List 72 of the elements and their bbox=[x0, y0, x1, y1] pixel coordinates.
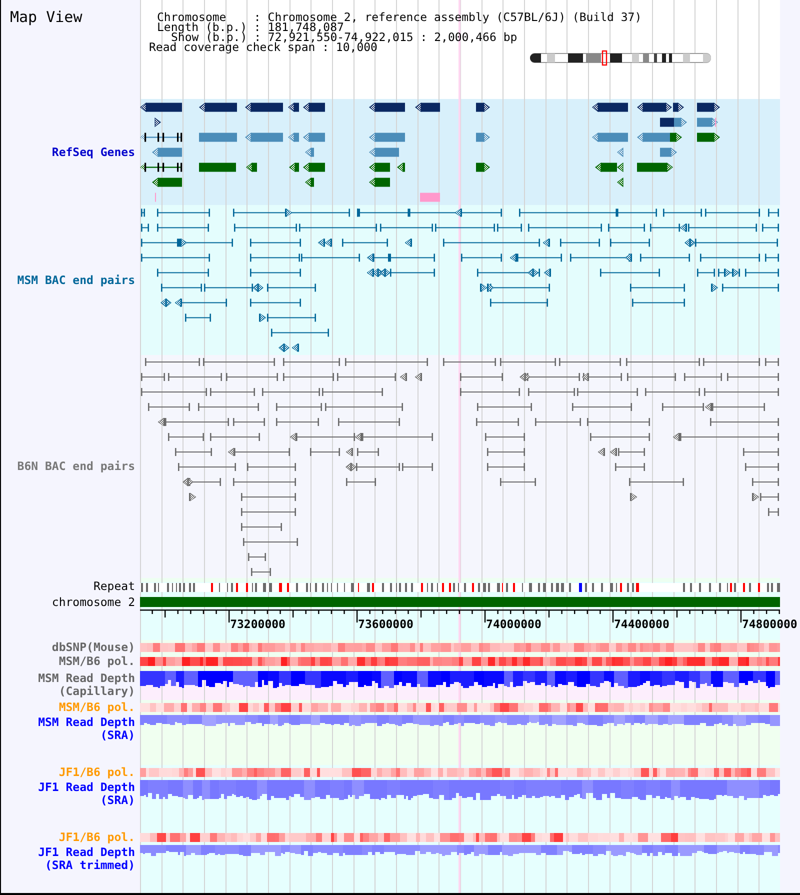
gene-feature bbox=[697, 102, 720, 112]
axis-tick-label: 73600000 bbox=[358, 617, 414, 631]
gene-feature bbox=[660, 118, 674, 127]
track-label: Repeat bbox=[93, 580, 135, 593]
info-line: Show (b.p.) : 72,921,550-74,922,015 : 2,000,466 bp bbox=[171, 32, 518, 42]
gene-feature bbox=[476, 132, 490, 142]
track-label: JF1 Read Depth (SRA trimmed) bbox=[37, 846, 135, 872]
axis-tick-label: 74800000 bbox=[742, 617, 798, 631]
gene-feature bbox=[697, 132, 720, 142]
gene-feature bbox=[369, 132, 405, 142]
gene-feature bbox=[288, 102, 299, 112]
gene-feature bbox=[673, 102, 684, 112]
panel-title: Map View bbox=[9, 7, 82, 26]
axis-tick-label: 73200000 bbox=[230, 617, 286, 631]
gene-feature bbox=[288, 132, 299, 142]
gene-feature bbox=[199, 162, 236, 172]
gene-feature bbox=[637, 162, 673, 172]
gene-feature bbox=[289, 162, 299, 172]
track-label: MSM/B6 pol. bbox=[58, 700, 135, 714]
axis-tick-label: 74000000 bbox=[486, 617, 542, 631]
track-label: MSM Read Depth (SRA) bbox=[37, 716, 135, 742]
gene-feature bbox=[199, 132, 237, 142]
gene-feature bbox=[476, 102, 490, 112]
gene-feature bbox=[140, 132, 182, 142]
gene-feature bbox=[697, 118, 718, 128]
gene-feature bbox=[152, 178, 182, 188]
track-label: MSM BAC end pairs bbox=[17, 274, 135, 286]
gene-feature bbox=[592, 102, 628, 112]
track-label: MSM Read Depth (Capillary) bbox=[37, 672, 135, 698]
gene-feature bbox=[420, 192, 440, 202]
track-label: RefSeq Genes bbox=[52, 146, 135, 158]
gene-feature bbox=[303, 162, 325, 172]
bac-pair-row bbox=[251, 568, 271, 576]
bac-pair-row bbox=[278, 343, 299, 352]
gene-feature bbox=[369, 178, 390, 188]
track-label: chromosome 2 bbox=[52, 596, 135, 608]
gene-feature bbox=[305, 148, 314, 158]
gene-feature bbox=[140, 102, 182, 112]
gene-feature bbox=[303, 132, 325, 142]
gene-feature bbox=[415, 102, 440, 112]
track-label: dbSNP(Mouse) bbox=[52, 640, 135, 654]
bac-pair-row bbox=[241, 523, 282, 531]
gene-feature bbox=[592, 132, 628, 142]
gene-feature bbox=[369, 102, 405, 112]
info-line: Length (b.p.) : 181,748,087 bbox=[156, 22, 344, 32]
axis-tick-label: 74400000 bbox=[614, 617, 670, 631]
gene-feature bbox=[369, 148, 399, 158]
gene-feature bbox=[369, 162, 390, 172]
gene-feature bbox=[305, 178, 314, 188]
track-label: JF1/B6 pol. bbox=[58, 766, 135, 778]
gene-feature bbox=[245, 132, 283, 142]
gene-feature bbox=[246, 162, 257, 172]
gene-feature bbox=[476, 162, 490, 172]
info-line: Read coverage check span : 10,000 bbox=[149, 42, 378, 52]
bac-pair-row bbox=[243, 538, 298, 546]
gene-feature bbox=[152, 148, 182, 158]
view-region-marker bbox=[602, 50, 608, 66]
track-label: MSM/B6 pol. bbox=[58, 654, 135, 668]
track-label: JF1/B6 pol. bbox=[58, 830, 135, 844]
gene-feature bbox=[303, 102, 325, 112]
gene-feature bbox=[674, 118, 687, 128]
gene-feature bbox=[660, 148, 677, 158]
gene-feature bbox=[245, 102, 283, 112]
bac-pair-row bbox=[271, 328, 329, 337]
bac-pair-row bbox=[248, 553, 266, 561]
track-label: B6N BAC end pairs bbox=[17, 460, 135, 473]
gene-feature bbox=[140, 162, 182, 172]
gene-feature bbox=[397, 162, 405, 172]
track-label: JF1 Read Depth (SRA) bbox=[37, 780, 135, 806]
gene-feature bbox=[199, 102, 237, 112]
gene-feature bbox=[154, 118, 161, 128]
info-line: Chromosome : Chromosome 2, reference assembly (C57BL/6J) (Build 37) bbox=[156, 12, 642, 22]
